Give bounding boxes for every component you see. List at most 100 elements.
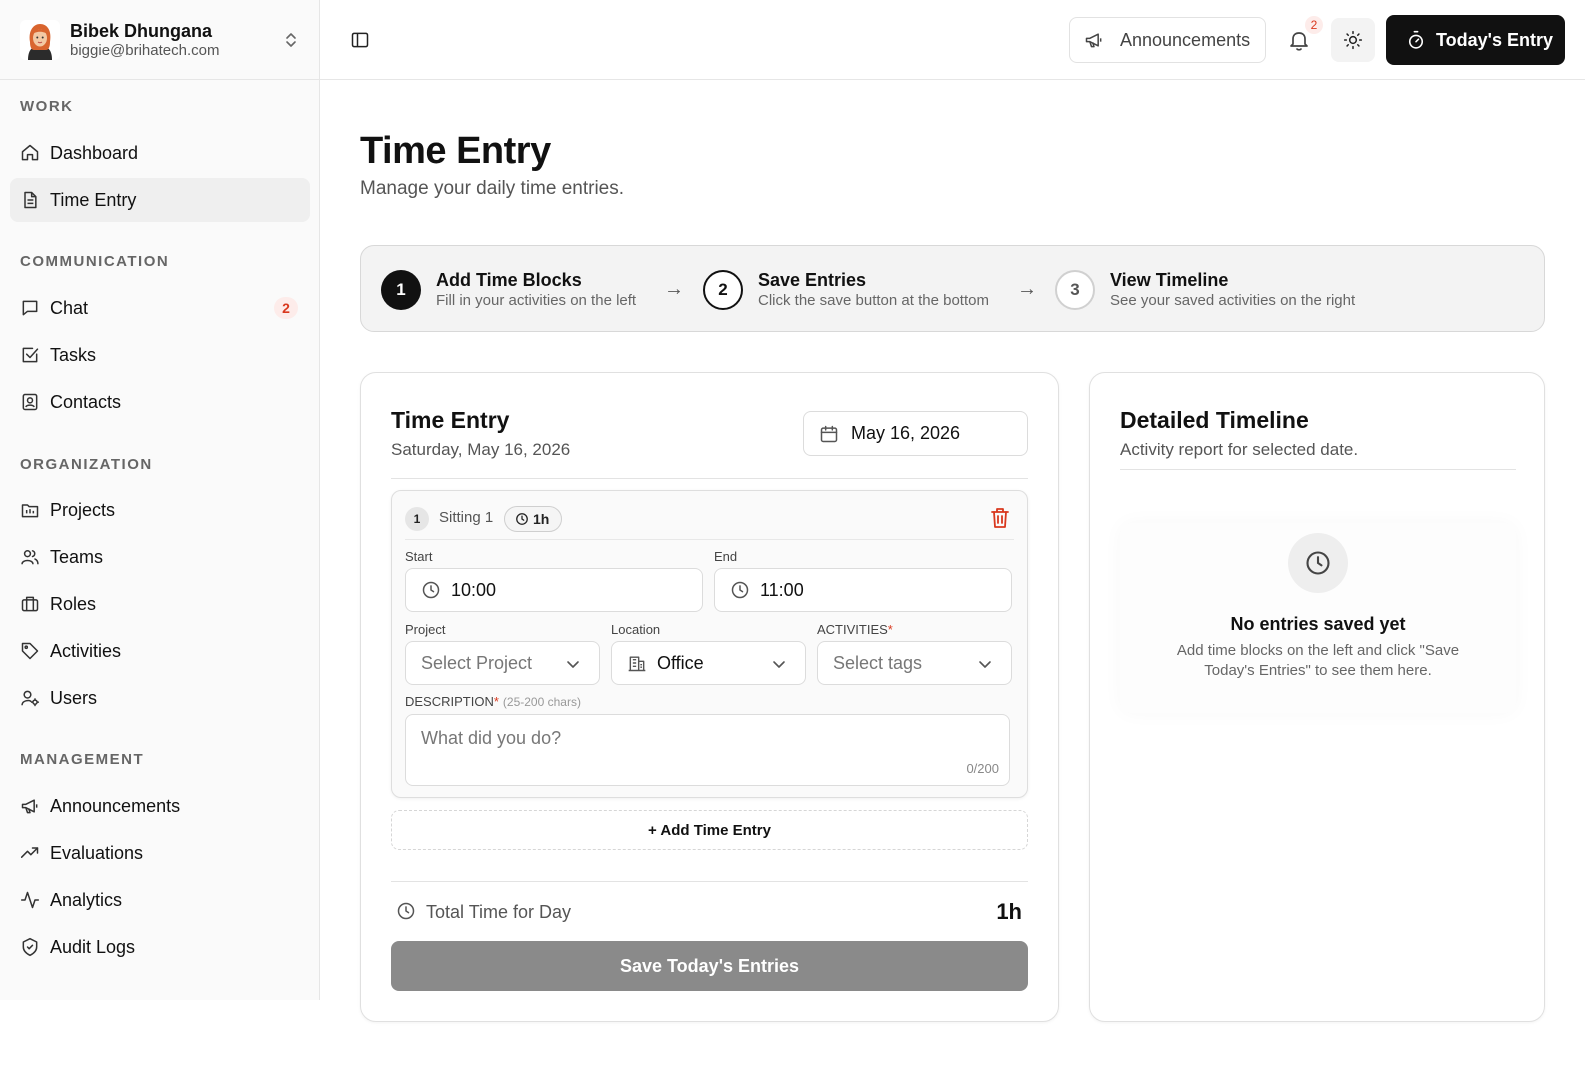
save-entries-button[interactable]: Save Today's Entries: [391, 941, 1028, 991]
notification-count-badge: 2: [1305, 16, 1323, 34]
step-view-timeline: 3 View Timeline See your saved activitie…: [1055, 246, 1355, 333]
sidebar-item-dashboard[interactable]: Dashboard: [10, 131, 310, 175]
step-title: Save Entries: [758, 269, 867, 290]
sidebar-item-label: Audit Logs: [50, 936, 136, 957]
divider: [405, 539, 1014, 540]
tag-icon: [20, 641, 40, 661]
user-name: Bibek Dhungana: [70, 20, 213, 41]
team-icon: [20, 547, 40, 567]
chevron-up-down-icon: [283, 30, 299, 50]
shield-icon: [20, 937, 40, 957]
sidebar-item-activities[interactable]: Activities: [10, 629, 310, 673]
project-placeholder: Select Project: [421, 652, 533, 673]
home-icon: [20, 143, 40, 163]
sidebar-item-contacts[interactable]: Contacts: [10, 380, 310, 424]
section-title-management: MANAGEMENT: [20, 751, 145, 768]
chevron-down-icon: [771, 656, 787, 672]
contact-card-icon: [20, 392, 40, 412]
end-label: End: [714, 549, 738, 564]
description-label-text: DESCRIPTION: [405, 694, 494, 709]
task-check-icon: [20, 345, 40, 365]
sidebar-item-evaluations[interactable]: Evaluations: [10, 831, 310, 875]
chat-icon: [20, 298, 40, 318]
building-icon: [627, 653, 647, 673]
sitting-block: 1 Sitting 1 1h Start 10:00 End 11:00 Pro…: [391, 490, 1028, 798]
required-mark: *: [887, 622, 893, 637]
sidebar-toggle-icon[interactable]: [350, 30, 370, 50]
total-time-value: 1h: [996, 899, 1022, 924]
trash-icon[interactable]: [990, 507, 1010, 529]
sidebar-item-analytics[interactable]: Analytics: [10, 878, 310, 922]
description-hint: (25-200 chars): [502, 695, 581, 709]
sidebar-item-announcements[interactable]: Announcements: [10, 784, 310, 828]
add-time-entry-button[interactable]: + Add Time Entry: [391, 810, 1028, 850]
chevron-down-icon: [977, 656, 993, 672]
character-count: 0/200: [966, 761, 999, 776]
step-number: 1: [381, 269, 421, 310]
step-description: Click the save button at the bottom: [758, 291, 989, 309]
date-picker-button[interactable]: May 16, 2026: [803, 411, 1028, 456]
detailed-timeline-card: Detailed Timeline Activity report for se…: [1089, 372, 1545, 1022]
sidebar-item-chat[interactable]: Chat 2: [10, 286, 310, 330]
step-title: View Timeline: [1110, 269, 1229, 290]
section-title-organization: ORGANIZATION: [20, 456, 153, 473]
sidebar-item-users[interactable]: Users: [10, 676, 310, 720]
start-time-value: 10:00: [451, 579, 497, 600]
stopwatch-icon: [1406, 30, 1426, 50]
location-select[interactable]: Office: [611, 641, 806, 685]
megaphone-icon: [1084, 30, 1104, 50]
sun-icon: [1343, 30, 1363, 50]
sidebar-item-teams[interactable]: Teams: [10, 535, 310, 579]
empty-state-description: Add time blocks on the left and click "S…: [1176, 642, 1460, 679]
sidebar-item-projects[interactable]: Projects: [10, 488, 310, 532]
description-textarea[interactable]: What did you do? 0/200: [405, 714, 1010, 786]
activities-tags-select[interactable]: Select tags: [817, 641, 1012, 685]
empty-state-title: No entries saved yet: [1230, 614, 1406, 634]
start-time-input[interactable]: 10:00: [405, 568, 703, 612]
sidebar-item-time-entry[interactable]: Time Entry: [10, 178, 310, 222]
activities-placeholder: Select tags: [833, 652, 923, 673]
user-gear-icon: [20, 688, 40, 708]
user-switcher[interactable]: Bibek Dhungana biggie@brihatech.com: [0, 0, 319, 80]
sidebar-item-audit-logs[interactable]: Audit Logs: [10, 925, 310, 969]
selected-date-label: Saturday, May 16, 2026: [391, 440, 571, 459]
page-title: Time Entry: [360, 130, 551, 172]
step-number: 2: [703, 269, 743, 310]
end-time-input[interactable]: 11:00: [714, 568, 1012, 612]
timeline-card-subtitle: Activity report for selected date.: [1120, 440, 1359, 459]
page-subtitle: Manage your daily time entries.: [360, 178, 625, 199]
duration-badge: 1h: [504, 506, 562, 532]
chat-unread-badge: 2: [274, 297, 298, 319]
start-label: Start: [405, 549, 433, 564]
project-label: Project: [405, 622, 446, 637]
divider: [1120, 469, 1516, 470]
todays-entry-button[interactable]: Today's Entry: [1386, 15, 1565, 65]
document-icon: [20, 190, 40, 210]
avatar: [20, 19, 60, 60]
step-save-entries: 2 Save Entries Click the save button at …: [703, 246, 989, 333]
activities-label: ACTIVITIES*: [817, 622, 893, 637]
date-picker-value: May 16, 2026: [851, 423, 961, 443]
theme-toggle-button[interactable]: [1331, 18, 1375, 62]
sidebar-item-label: Dashboard: [50, 142, 139, 163]
sitting-number: 1: [405, 507, 429, 531]
briefcase-icon: [20, 594, 40, 614]
sidebar-item-roles[interactable]: Roles: [10, 582, 310, 626]
step-title: Add Time Blocks: [436, 269, 582, 290]
sidebar-item-label: Contacts: [50, 391, 122, 412]
clock-icon: [730, 580, 750, 600]
step-arrow: →: [1017, 278, 1037, 300]
clock-icon: [515, 512, 529, 526]
sidebar-item-tasks[interactable]: Tasks: [10, 333, 310, 377]
project-select[interactable]: Select Project: [405, 641, 600, 685]
section-title-communication: COMMUNICATION: [20, 253, 170, 270]
clock-icon: [421, 580, 441, 600]
sidebar-item-label: Roles: [50, 593, 97, 614]
megaphone-icon: [20, 796, 40, 816]
projects-icon: [20, 500, 40, 520]
announcements-button[interactable]: Announcements: [1069, 17, 1266, 63]
sidebar-item-label: Tasks: [50, 344, 97, 365]
sidebar: Bibek Dhungana biggie@brihatech.com WORK…: [0, 0, 320, 1000]
sitting-label: Sitting 1: [439, 509, 494, 526]
end-time-value: 11:00: [760, 579, 804, 600]
